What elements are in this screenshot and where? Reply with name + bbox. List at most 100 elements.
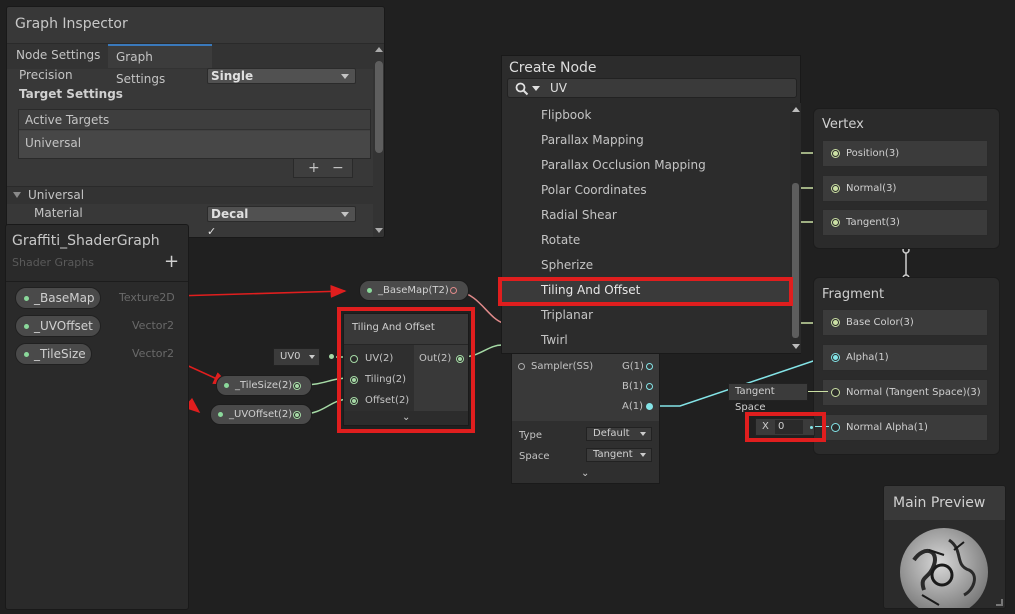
tangent-space-value: Tangent Space (735, 386, 775, 413)
list-item[interactable]: Radial Shear (502, 203, 790, 228)
sample-texture-node[interactable]: Sampler(SS) G(1) B(1) A(1) Type Default … (511, 348, 660, 484)
slot-base-color[interactable]: Base Color(3) (822, 309, 988, 336)
port-icon[interactable] (831, 184, 840, 193)
slot-label: Normal(3) (846, 183, 897, 194)
material-dropdown[interactable]: Decal (207, 206, 356, 222)
search-options-icon[interactable] (532, 86, 540, 91)
type-dropdown[interactable]: Default (586, 427, 652, 441)
list-item[interactable]: Polar Coordinates (502, 178, 790, 203)
results-scroll-thumb[interactable] (792, 183, 799, 338)
blackboard-divider (6, 281, 188, 282)
a-port-label: A(1) (622, 401, 644, 412)
checkmark-icon[interactable]: ✓ (207, 225, 216, 237)
inspector-scroll-thumb[interactable] (375, 61, 383, 153)
precision-dropdown[interactable]: Single (207, 68, 356, 84)
scroll-up-icon[interactable] (792, 107, 800, 112)
b-port-label: B(1) (622, 381, 644, 392)
resize-handle-icon[interactable] (996, 599, 1003, 606)
precision-label: Precision (19, 68, 73, 82)
property-dot-icon (218, 412, 223, 417)
type-value: Default (593, 428, 630, 439)
slot-label: Alpha(1) (846, 352, 889, 363)
foldout-icon (13, 192, 21, 198)
uv-channel-value: UV0 (280, 351, 301, 362)
port-icon[interactable] (831, 318, 840, 327)
list-item-universal[interactable]: Universal (19, 131, 370, 158)
add-target-button[interactable]: + (308, 159, 320, 177)
property-tilesize[interactable]: _TileSize (15, 343, 92, 365)
list-item[interactable]: Rotate (502, 228, 790, 253)
sampler-port-icon[interactable] (518, 363, 525, 370)
search-icon (515, 82, 529, 96)
g-port-icon[interactable] (646, 363, 653, 370)
tangent-space-field[interactable]: Tangent Space (728, 383, 808, 413)
search-input[interactable]: UV (550, 81, 567, 95)
search-field[interactable]: UV (507, 78, 797, 98)
list-item[interactable]: Parallax Mapping (502, 128, 790, 153)
blackboard: Graffiti_ShaderGraph Shader Graphs + (5, 224, 189, 610)
type-label: Type (519, 430, 542, 441)
blackboard-title: Graffiti_ShaderGraph (12, 233, 160, 249)
remove-target-button[interactable]: − (332, 159, 344, 177)
uv-channel-dropdown[interactable]: UV0 (273, 348, 320, 366)
chevron-down-icon (341, 212, 349, 217)
fragment-title: Fragment (822, 287, 885, 302)
chevron-down-icon (640, 453, 646, 457)
b-port-icon[interactable] (646, 383, 653, 390)
precision-value: Single (211, 69, 254, 83)
output-port-icon[interactable] (293, 411, 301, 419)
list-item[interactable]: Parallax Occlusion Mapping (502, 153, 790, 178)
list-item[interactable]: Spherize (502, 253, 790, 278)
port-icon[interactable] (831, 218, 840, 227)
output-port-icon[interactable] (293, 382, 301, 390)
uvoffset-node-label: _UVOffset(2) (229, 409, 293, 420)
property-name: _TileSize (34, 347, 86, 361)
blackboard-subtitle: Shader Graphs (12, 256, 94, 269)
list-item[interactable]: Twirl (502, 328, 790, 353)
slot-normal-tangent[interactable]: Normal (Tangent Space)(3) (822, 379, 988, 406)
slot-normal-alpha[interactable]: Normal Alpha(1) (822, 414, 988, 441)
property-type: Vector2 (132, 347, 175, 360)
sampler-port-label: Sampler(SS) (531, 361, 594, 372)
property-basemap[interactable]: _BaseMap (15, 287, 101, 309)
port-icon[interactable] (831, 149, 840, 158)
selected-item-highlight (498, 277, 793, 306)
basemap-node-outline (353, 278, 470, 303)
slot-tangent[interactable]: Tangent(3) (822, 209, 988, 236)
add-property-button[interactable]: + (164, 251, 179, 272)
preview-title: Main Preview (884, 486, 1005, 520)
vertex-title: Vertex (822, 117, 864, 132)
active-targets-header: Active Targets (19, 110, 370, 130)
chevron-down-icon[interactable]: ⌄ (581, 468, 589, 479)
slot-position[interactable]: Position(3) (822, 140, 988, 167)
chevron-down-icon (640, 432, 646, 436)
slot-normal[interactable]: Normal(3) (822, 175, 988, 202)
property-name: _UVOffset (34, 319, 93, 333)
uv-dot-icon (329, 354, 334, 359)
port-icon[interactable] (831, 388, 840, 397)
tilesize-node[interactable]: _TileSize(2) (216, 375, 312, 396)
space-dropdown[interactable]: Tangent (586, 448, 652, 462)
uvoffset-node[interactable]: _UVOffset(2) (210, 404, 312, 425)
universal-section-header[interactable]: Universal (7, 186, 373, 204)
tab-node-settings[interactable]: Node Settings (8, 44, 108, 68)
list-item[interactable]: Triplanar (502, 303, 790, 328)
graph-inspector: Graph Inspector Node Settings Graph Sett… (6, 6, 385, 238)
normal-alpha-highlight (745, 412, 826, 442)
sampler-settings: Type Default Space Tangent ⌄ (512, 421, 659, 483)
slot-alpha[interactable]: Alpha(1) (822, 344, 988, 371)
main-preview[interactable]: Main Preview (883, 485, 1006, 609)
property-uvoffset[interactable]: _UVOffset (15, 315, 101, 337)
a-port-icon[interactable] (646, 403, 653, 410)
list-item[interactable]: Flipbook (502, 103, 790, 128)
property-dot-icon (224, 383, 229, 388)
slot-label: Base Color(3) (846, 317, 914, 328)
port-icon[interactable] (831, 423, 840, 432)
material-label: Material (34, 206, 83, 220)
tab-graph-settings[interactable]: Graph Settings (108, 44, 212, 86)
property-dot-icon (24, 324, 29, 329)
scroll-down-icon[interactable] (792, 344, 800, 349)
scroll-up-icon[interactable] (375, 47, 383, 52)
port-icon[interactable] (831, 353, 840, 362)
scroll-down-icon[interactable] (375, 228, 383, 233)
